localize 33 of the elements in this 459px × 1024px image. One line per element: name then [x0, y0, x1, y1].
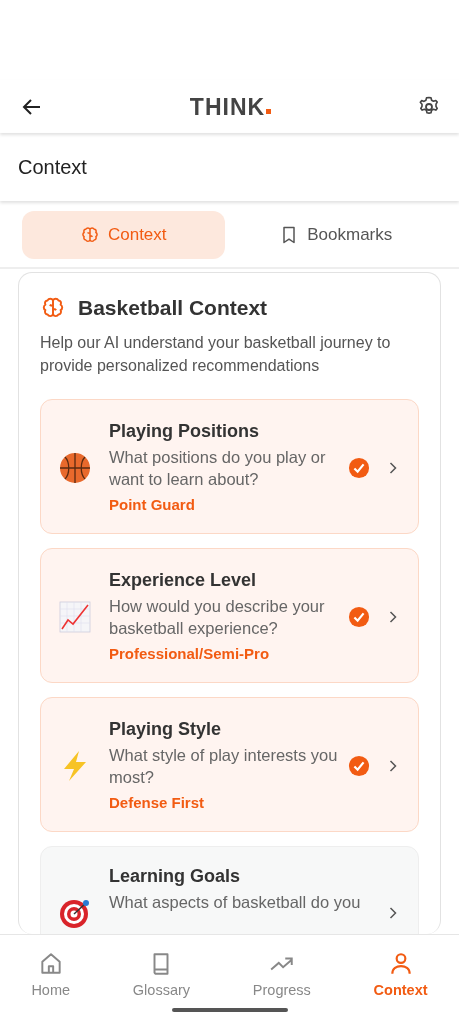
- card-question: How would you describe your basketball experience?: [109, 595, 326, 639]
- section-title: Basketball Context: [78, 296, 268, 320]
- card-title: Experience Level: [109, 569, 258, 591]
- check-icon: [348, 605, 370, 628]
- tab[interactable]: Bookmarks: [234, 211, 437, 259]
- card-title: Playing Positions: [109, 420, 261, 442]
- chevron-right-icon: [388, 905, 398, 920]
- context-card[interactable]: Playing Positions What positions do you play or want to learn about? Point Guard: [40, 399, 419, 534]
- chevron-right-icon: [388, 758, 398, 773]
- card-answer: Defense First: [109, 793, 206, 811]
- nav-item[interactable]: Home: [25, 951, 77, 998]
- context-card[interactable]: Experience Level How would you describe your basketball experience? Professional/Semi-Pro: [40, 548, 419, 683]
- app-logo: THINK: [189, 94, 266, 119]
- check-icon: [348, 754, 370, 777]
- nav-item[interactable]: Glossary: [126, 951, 197, 998]
- check-icon: [348, 456, 370, 479]
- card-question: What positions do you play or want to learn about?: [109, 446, 327, 490]
- section-description: Help our AI understand your basketball journey to provide personalized recommendations: [40, 333, 392, 376]
- chevron-right-icon: [388, 609, 398, 624]
- chart-icon: [59, 600, 91, 633]
- chevron-right-icon: [388, 460, 398, 475]
- card-answer: Point Guard: [109, 495, 196, 513]
- card-question: What style of play interests you most?: [109, 744, 339, 788]
- basketball-icon: [59, 451, 91, 484]
- card-title: Learning Goals: [109, 865, 242, 887]
- page-title: Context: [18, 155, 87, 179]
- context-card[interactable]: Learning Goals What aspects of basketball do you: [40, 846, 419, 934]
- context-card[interactable]: Playing Style What style of play interests you most? Defense First: [40, 697, 419, 832]
- card-question: What aspects of basketball do you: [109, 891, 362, 913]
- card-title: Playing Style: [109, 718, 223, 740]
- brain-icon: [79, 225, 100, 245]
- card-answer: Professional/Semi-Pro: [109, 644, 271, 662]
- nav-item[interactable]: Progress: [246, 951, 317, 998]
